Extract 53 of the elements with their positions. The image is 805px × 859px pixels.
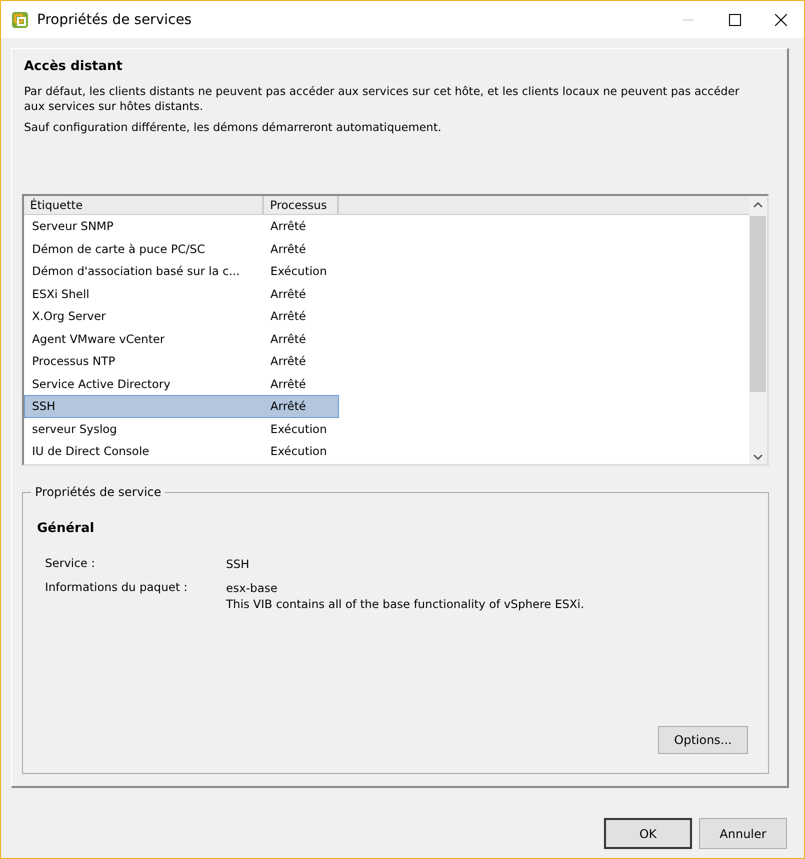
maximize-icon[interactable] <box>729 14 741 26</box>
process-cell-text: Arrêté <box>269 219 307 234</box>
process-cell-text: Arrêté <box>269 242 307 256</box>
dialog-button[interactable]: OK <box>604 818 692 849</box>
process-cell-text: Arrêté <box>269 399 307 414</box>
field-label: Service : <box>45 556 96 572</box>
process-cell-text: Exécution <box>269 444 328 458</box>
app-icon <box>11 10 29 28</box>
column-header[interactable]: Processus <box>264 196 339 214</box>
label-cell-text: serveur Syslog <box>31 422 118 436</box>
service-row[interactable]: X.Org Server Arrêté <box>24 305 339 328</box>
label-cell-text: Agent VMware vCenter <box>31 332 166 346</box>
service-row[interactable]: Agent VMware vCenter Arrêté <box>24 328 339 350</box>
section-heading: Général <box>37 521 96 536</box>
label-cell-text: Serveur SNMP <box>31 219 114 234</box>
close-icon[interactable] <box>775 14 787 26</box>
label-cell-text: IU de Direct Console <box>31 444 150 458</box>
service-row[interactable]: Processus NTP Arrêté <box>24 350 339 372</box>
scrollbar[interactable] <box>749 196 767 464</box>
service-row[interactable]: SSH Arrêté <box>24 395 339 418</box>
section-title: Accès distant <box>24 59 124 74</box>
process-cell-text: Exécution <box>269 264 328 278</box>
field-value: This VIB contains all of the base functionality of vSphere ESXi. <box>226 596 584 612</box>
column-header[interactable]: Étiquette <box>24 196 264 214</box>
process-cell-text: Arrêté <box>269 354 307 368</box>
window-title: Propriétés de services <box>37 12 193 28</box>
label-cell-text: Processus NTP <box>31 354 116 368</box>
process-cell-text: Arrêté <box>269 309 307 324</box>
label-cell-text: Service Active Directory <box>31 376 172 391</box>
service-row[interactable]: Service Active Directory Arrêté <box>24 372 339 395</box>
description-text: Sauf configuration différente, les démons démarreront automatiquement. <box>24 120 442 135</box>
options-button[interactable]: Options... <box>658 726 748 754</box>
label-cell-text: SSH <box>31 399 56 414</box>
group-legend: Propriétés de service <box>31 485 166 499</box>
process-cell-text: Arrêté <box>269 376 307 391</box>
description-text: Par défaut, les clients distants ne peuvent pas accéder aux services sur cet hôte, et les clients locaux ne peuvent pas accéder aux services sur hôtes distants. <box>24 84 740 114</box>
field-value: SSH <box>226 556 250 572</box>
service-row[interactable]: Serveur SNMP Arrêté <box>24 215 339 238</box>
service-row[interactable]: Démon de carte à puce PC/SC Arrêté <box>24 238 339 260</box>
label-cell-text: X.Org Server <box>31 309 107 324</box>
process-cell-text: Exécution <box>269 422 328 436</box>
field-value: esx-base <box>226 580 278 596</box>
service-row[interactable]: Démon d'association basé sur la c... Exécution <box>24 260 339 282</box>
service-row[interactable]: serveur Syslog Exécution <box>24 418 339 440</box>
label-cell-text: Démon d'association basé sur la c... <box>31 264 241 278</box>
process-cell-text: Arrêté <box>269 286 307 301</box>
dialog-button[interactable]: Annuler <box>699 818 787 849</box>
process-cell-text: Arrêté <box>269 332 307 346</box>
label-cell-text: ESXi Shell <box>31 286 90 301</box>
service-row[interactable]: ESXi Shell Arrêté <box>24 282 339 305</box>
label-cell-text: Démon de carte à puce PC/SC <box>31 242 206 256</box>
field-label: Informations du paquet : <box>45 580 189 596</box>
service-row[interactable]: IU de Direct Console Exécution <box>24 440 339 462</box>
